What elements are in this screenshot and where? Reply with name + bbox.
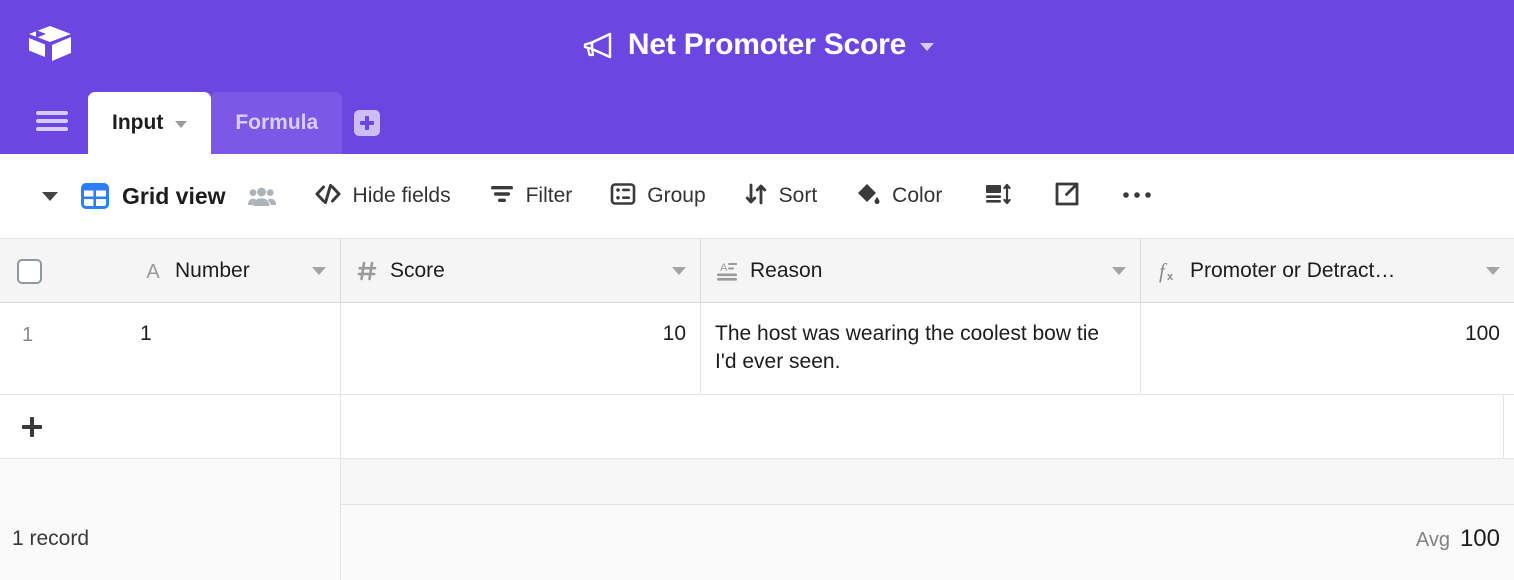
- table-row[interactable]: 1 1 10 The host was wearing the coolest …: [0, 303, 1514, 395]
- more-options-button[interactable]: [1122, 187, 1152, 205]
- app-header: Net Promoter Score Input Formula: [0, 0, 1514, 154]
- chevron-down-icon[interactable]: [175, 121, 188, 128]
- svg-text:A: A: [146, 261, 160, 282]
- app-title-group: Net Promoter Score: [0, 22, 1514, 68]
- summary-value: 100: [1459, 525, 1500, 552]
- airtable-app-window: Net Promoter Score Input Formula Grid vi…: [0, 0, 1514, 580]
- svg-text:x: x: [1167, 271, 1174, 283]
- airtable-cube-logo[interactable]: [26, 20, 74, 68]
- number-hash-icon: [355, 260, 381, 282]
- filter-icon: [489, 183, 515, 210]
- tab-formula[interactable]: Formula: [211, 92, 343, 154]
- long-text-icon: A: [715, 260, 741, 282]
- cell-reason[interactable]: The host was wearing the coolest bow tie…: [701, 303, 1141, 395]
- row-height-button[interactable]: [984, 182, 1012, 211]
- cell-value: 1: [140, 322, 152, 345]
- grid-spacer-row: [0, 459, 1514, 505]
- column-header-score[interactable]: Score: [341, 239, 701, 303]
- single-line-text-icon: A: [140, 260, 166, 282]
- column-header-label: Promoter or Detract…: [1190, 259, 1396, 282]
- grid-spacer-segment: [0, 459, 341, 505]
- cell-number[interactable]: 1: [0, 303, 341, 395]
- collapse-sidebar-caret-icon[interactable]: [42, 191, 58, 201]
- cell-value: The host was wearing the coolest bow tie…: [715, 322, 1100, 373]
- chevron-down-icon[interactable]: [1486, 267, 1500, 275]
- group-button[interactable]: Group: [610, 182, 706, 211]
- add-table-button[interactable]: [354, 110, 381, 136]
- data-grid: A Number Score A Reason f x Promoter or …: [0, 239, 1514, 580]
- column-header-label: Reason: [750, 259, 823, 282]
- svg-text:A: A: [720, 262, 728, 274]
- cell-value: 10: [662, 322, 686, 345]
- tab-label: Input: [112, 111, 164, 134]
- view-toolbar: Grid view Hide fields Filter Group Sort …: [0, 154, 1514, 239]
- hamburger-bar: [36, 127, 68, 131]
- tab-input[interactable]: Input: [88, 92, 212, 154]
- chevron-down-icon[interactable]: [920, 43, 935, 51]
- formula-icon: f x: [1155, 259, 1181, 283]
- grid-header-row: A Number Score A Reason f x Promoter or …: [0, 239, 1514, 303]
- color-paint-icon: [855, 182, 881, 211]
- color-button[interactable]: Color: [855, 182, 942, 211]
- more-options-icon: [1122, 187, 1152, 205]
- cell-promoter-or-detractor[interactable]: 100: [1141, 303, 1514, 395]
- grid-footer: 1 record Avg 100: [0, 505, 1514, 580]
- cell-score[interactable]: 10: [341, 303, 701, 395]
- filter-label: Filter: [525, 184, 573, 207]
- sort-icon: [744, 182, 768, 211]
- record-count-label: 1 record: [12, 527, 90, 550]
- add-row-segment: [341, 395, 1504, 459]
- group-label: Group: [647, 184, 706, 207]
- cell-value: 100: [1464, 322, 1500, 345]
- tab-label: Formula: [235, 111, 319, 134]
- column-header-number[interactable]: A Number: [0, 239, 341, 303]
- hide-fields-icon: [314, 182, 342, 211]
- column-header-label: Number: [175, 259, 250, 282]
- sort-label: Sort: [778, 184, 818, 207]
- column-header-reason[interactable]: A Reason: [701, 239, 1141, 303]
- color-label: Color: [892, 184, 943, 207]
- hamburger-bar: [36, 111, 68, 115]
- group-icon: [610, 182, 636, 211]
- sort-button[interactable]: Sort: [744, 182, 818, 211]
- add-record-row[interactable]: [0, 395, 1514, 459]
- grid-view-icon[interactable]: [80, 181, 110, 211]
- view-name-label[interactable]: Grid view: [122, 183, 226, 210]
- summary-label: Avg: [1415, 529, 1450, 551]
- hide-fields-button[interactable]: Hide fields: [314, 182, 451, 211]
- chevron-down-icon[interactable]: [672, 267, 686, 275]
- summary-average[interactable]: Avg 100: [1416, 525, 1500, 553]
- hamburger-menu-icon[interactable]: [36, 108, 68, 134]
- hamburger-bar: [36, 119, 68, 123]
- filter-button[interactable]: Filter: [489, 183, 573, 210]
- hide-fields-label: Hide fields: [352, 184, 451, 207]
- add-row-segment: [0, 395, 341, 459]
- column-header-promoter-or-detractor[interactable]: f x Promoter or Detract…: [1141, 239, 1514, 303]
- chevron-down-icon[interactable]: [1112, 267, 1126, 275]
- megaphone-icon: [580, 30, 614, 60]
- row-height-icon: [984, 182, 1012, 211]
- chevron-down-icon[interactable]: [312, 267, 326, 275]
- table-tabs: Input Formula: [88, 92, 381, 154]
- share-export-button[interactable]: [1054, 181, 1080, 212]
- page-title: Net Promoter Score: [627, 28, 907, 61]
- column-header-label: Score: [390, 259, 445, 282]
- people-icon[interactable]: [247, 185, 276, 207]
- share-export-icon: [1054, 181, 1080, 212]
